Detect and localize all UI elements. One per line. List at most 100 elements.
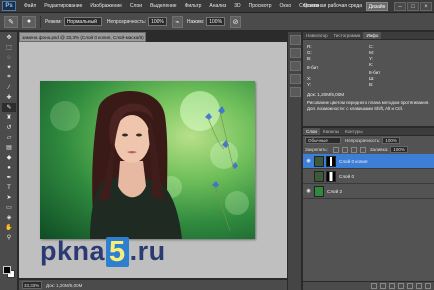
tab-histogram[interactable]: Гистограмма (331, 32, 364, 39)
menu-window[interactable]: Окно (276, 0, 296, 13)
info-r: R: (307, 44, 312, 49)
clone-source-panel-icon[interactable] (290, 74, 301, 84)
adjustment-layer-icon[interactable] (398, 283, 404, 289)
layer-name: Слой 0 копия (339, 158, 368, 164)
brush-tool-icon[interactable]: ✎ (2, 103, 16, 112)
menu-edit[interactable]: Редактирование (40, 0, 86, 13)
menu-analysis[interactable]: Анализ (205, 0, 230, 13)
quick-select-tool-icon[interactable]: ✦ (2, 63, 16, 72)
canvas-image[interactable] (40, 81, 255, 239)
layers-footer (303, 281, 434, 290)
add-mask-icon[interactable] (389, 283, 395, 289)
tab-layers[interactable]: Слои (303, 128, 320, 135)
stamp-tool-icon[interactable]: ♜ (2, 113, 16, 122)
path-select-tool-icon[interactable]: ➤ (2, 193, 16, 202)
tab-paths[interactable]: Контуры (342, 128, 366, 135)
menu-file[interactable]: Файл (20, 0, 40, 13)
crop-tool-icon[interactable]: ⌗ (2, 73, 16, 82)
new-group-icon[interactable] (407, 283, 413, 289)
layer-name: Слой 2 (327, 188, 343, 194)
layers-panel: Обычные Непрозрачность: 100% Закрепить: … (303, 136, 434, 290)
brushes-panel-icon[interactable] (290, 61, 301, 71)
layer-row[interactable]: Слой 0 (303, 169, 434, 184)
link-layers-icon[interactable] (371, 283, 377, 289)
document-tab[interactable]: заменa фона.psd @ 33,3% (Слой 0 копия, С… (19, 32, 146, 42)
brush-tool-icon[interactable]: ✎ (4, 15, 18, 28)
eyedropper-tool-icon[interactable]: ⁄ (2, 83, 16, 92)
eye-icon[interactable]: ◉ (305, 158, 312, 165)
tab-channels[interactable]: Каналы (320, 128, 342, 135)
marquee-tool-icon[interactable]: ⬚ (2, 43, 16, 52)
design-workspace-button[interactable]: Дизайн (366, 2, 388, 11)
hand-tool-icon[interactable]: ✋ (2, 223, 16, 232)
layer-row[interactable]: ◉ Слой 0 копия (303, 154, 434, 169)
info-bit: 8-бит (307, 65, 319, 70)
lock-pixels-icon[interactable] (341, 146, 348, 153)
site-watermark: pkna 5 .ru (40, 236, 166, 267)
move-tool-icon[interactable]: ✥ (2, 33, 16, 42)
photoshop-logo: Ps (2, 1, 16, 11)
maximize-icon[interactable]: □ (407, 2, 419, 11)
3d-tool-icon[interactable]: ◈ (2, 213, 16, 222)
menu-filter[interactable]: Фильтр (181, 0, 206, 13)
history-panel-icon[interactable] (290, 35, 301, 45)
dodge-tool-icon[interactable]: ● (2, 163, 16, 172)
foreground-color-swatch[interactable] (3, 266, 11, 274)
tablet-pressure-icon[interactable]: ⊘ (230, 15, 242, 28)
layer-mask-thumbnail[interactable] (326, 155, 336, 167)
tab-navigator[interactable]: Навигатор (303, 32, 331, 39)
character-panel-icon[interactable] (290, 87, 301, 97)
lasso-tool-icon[interactable]: ◌ (2, 53, 16, 62)
tools-panel: ✥ ⬚ ◌ ✦ ⌗ ⁄ ✚ ✎ ♜ ↺ ▱ ▤ ◆ ● ✒ T ➤ ▭ ◈ ✋ … (0, 32, 18, 290)
info-panel-tabs: Навигатор Гистограмма Инфо (303, 32, 434, 40)
healing-tool-icon[interactable]: ✚ (2, 93, 16, 102)
pen-tool-icon[interactable]: ✒ (2, 173, 16, 182)
menu-image[interactable]: Изображение (86, 0, 126, 13)
fill-label: Заливка: (369, 147, 389, 152)
zoom-tool-icon[interactable]: ⚲ (2, 233, 16, 242)
layer-opacity-label: Непрозрачность: (345, 138, 381, 143)
lock-label: Закрепить: (305, 147, 328, 152)
mode-select[interactable]: Нормальный (63, 17, 102, 26)
eye-icon[interactable] (305, 173, 312, 180)
window-controls: – □ × (393, 2, 432, 11)
delete-layer-icon[interactable] (425, 283, 431, 289)
new-layer-icon[interactable] (416, 283, 422, 289)
info-panel: Навигатор Гистограмма Инфо R: G: B: C: M… (303, 32, 434, 127)
gradient-tool-icon[interactable]: ▤ (2, 143, 16, 152)
fill-field[interactable]: 100% (390, 146, 408, 153)
lock-all-icon[interactable] (359, 146, 366, 153)
lock-position-icon[interactable] (350, 146, 357, 153)
document-size: Док: 1,20M/5,00M (46, 282, 83, 288)
info-bit-cmyk: 8-бит (369, 70, 381, 75)
layer-thumbnail (314, 185, 324, 197)
layer-opacity-field[interactable]: 100% (382, 137, 400, 144)
tab-info[interactable]: Инфо (363, 32, 382, 39)
history-brush-tool-icon[interactable]: ↺ (2, 123, 16, 132)
menu-3d[interactable]: 3D (230, 0, 244, 13)
menu-select[interactable]: Выделение (146, 0, 181, 13)
minimize-icon[interactable]: – (394, 2, 406, 11)
blend-mode-select[interactable]: Обычные (305, 137, 341, 144)
info-y: Y: (369, 56, 374, 61)
menu-layers[interactable]: Слои (126, 0, 146, 13)
pressure-field[interactable]: 100% (206, 17, 226, 26)
shape-tool-icon[interactable]: ▭ (2, 203, 16, 212)
zoom-field[interactable]: 33,33% (22, 281, 42, 289)
brush-preset-icon[interactable]: ● (22, 15, 36, 28)
close-icon[interactable]: × (420, 2, 432, 11)
airbrush-icon[interactable]: ⌁ (171, 15, 183, 28)
layer-style-icon[interactable] (380, 283, 386, 289)
menu-view[interactable]: Просмотр (245, 0, 276, 13)
eraser-tool-icon[interactable]: ▱ (2, 133, 16, 142)
blur-tool-icon[interactable]: ◆ (2, 153, 16, 162)
eye-icon[interactable]: ◉ (305, 188, 312, 195)
layer-row[interactable]: ◉ Слой 2 (303, 184, 434, 199)
layer-lock-row: Закрепить: Заливка: 100% (303, 145, 434, 154)
type-tool-icon[interactable]: T (2, 183, 16, 192)
actions-panel-icon[interactable] (290, 48, 301, 58)
lock-transparency-icon[interactable] (332, 146, 339, 153)
opacity-field[interactable]: 100% (148, 17, 167, 26)
workspace-label[interactable]: Основная рабочая среда (304, 2, 362, 11)
layer-mask-thumbnail[interactable] (326, 170, 336, 182)
